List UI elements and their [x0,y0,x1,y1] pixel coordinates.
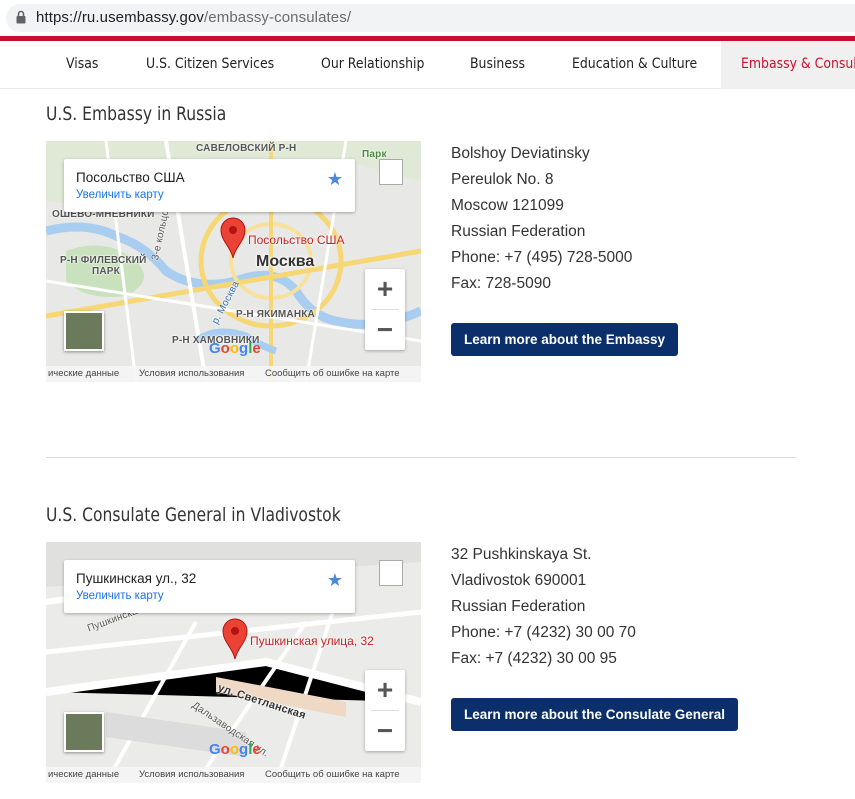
learn-more-consulate-button[interactable]: Learn more about the Consulate General [451,698,739,731]
lock-icon [16,10,26,24]
zoom-out-icon[interactable]: − [365,711,405,751]
zoom-in-icon[interactable]: + [365,670,405,710]
nav-item-visas[interactable]: Visas [66,41,98,89]
star-icon[interactable]: ★ [327,570,343,591]
address-line: Vladivostok 690001 [451,572,587,589]
nav-item-citizen-services[interactable]: U.S. Citizen Services [146,41,274,89]
map-pin-icon[interactable] [222,618,248,660]
zoom-in-icon[interactable]: + [365,269,405,309]
learn-more-embassy-button[interactable]: Learn more about the Embassy [451,323,679,356]
map-data-credit: ические данные [48,368,120,379]
browser-address-bar[interactable]: https://ru.usembassy.gov/embassy-consula… [0,0,855,36]
fax-line: Fax: +7 (4232) 30 00 95 [451,650,617,667]
zoom-control: + − [365,670,405,751]
address-line: Bolshoy Deviatinsky [451,145,590,162]
section-title-embassy: U.S. Embassy in Russia [46,103,227,125]
phone-line: Phone: +7 (4232) 30 00 70 [451,624,636,641]
zoom-control: + − [365,269,405,350]
fullscreen-icon[interactable] [379,159,403,185]
nav-item-business[interactable]: Business [470,41,525,89]
satellite-toggle-thumbnail[interactable] [64,712,104,752]
vladivostok-map[interactable]: Пушкинская ул. ул. Светланская Дальзавод… [46,542,421,783]
fax-line: Fax: 728-5090 [451,275,551,292]
section-title-vladivostok: U.S. Consulate General in Vladivostok [46,504,341,526]
url-host: https://ru.usembassy.gov [36,9,205,26]
nav-item-embassy-consulates[interactable]: Embassy & Consulates [721,41,855,89]
map-report-error-link[interactable]: Сообщить об ошибке на карте [265,368,400,379]
map-report-error-link[interactable]: Сообщить об ошибке на карте [265,769,400,780]
url-text[interactable]: https://ru.usembassy.gov/embassy-consula… [36,9,351,26]
fullscreen-icon[interactable] [379,560,403,586]
phone-line: Phone: +7 (495) 728-5000 [451,249,633,266]
map-city-label: Москва [256,253,315,270]
map-terms-link[interactable]: Условия использования [139,368,244,379]
address-line: Russian Federation [451,598,586,615]
map-pin-label: Посольство США [248,233,345,247]
google-logo: Google [209,741,261,758]
map-label: Р-Н ФИЛЕВСКИЙ [60,255,147,266]
star-icon[interactable]: ★ [327,169,343,190]
map-info-card: Пушкинская ул., 32 Увеличить карту ★ [64,560,355,613]
enlarge-map-link[interactable]: Увеличить карту [76,189,164,201]
satellite-toggle-thumbnail[interactable] [64,311,104,351]
main-nav: Visas U.S. Citizen Services Our Relation… [0,41,855,89]
nav-item-education-culture[interactable]: Education & Culture [572,41,697,89]
embassy-map[interactable]: САВЕЛОВСКИЙ Р-Н Парк ОШЕВО-МНЕВНИКИ Р-Н … [46,141,421,382]
map-place-name: Пушкинская ул., 32 [76,571,197,586]
address-line: Moscow 121099 [451,197,564,214]
address-line: 32 Pushkinskaya St. [451,546,592,563]
url-path: /embassy-consulates/ [204,9,352,26]
zoom-out-icon[interactable]: − [365,310,405,350]
section-divider [46,457,796,458]
map-footer: ические данные Условия использования Соо… [46,366,421,382]
map-pin-icon[interactable] [220,217,246,259]
enlarge-map-link[interactable]: Увеличить карту [76,590,164,602]
google-logo: Google [209,340,261,357]
map-place-name: Посольство США [76,170,185,185]
map-pin-label: Пушкинская улица, 32 [250,634,374,648]
map-label: САВЕЛОВСКИЙ Р-Н [196,143,297,154]
map-footer: ические данные Условия использования Соо… [46,767,421,783]
map-info-card: Посольство США Увеличить карту ★ [64,159,355,212]
map-label: Р-Н ЯКИМАНКА [236,309,315,320]
map-label: ПАРК [92,266,120,277]
address-line: Russian Federation [451,223,586,240]
address-line: Pereulok No. 8 [451,171,554,188]
nav-item-our-relationship[interactable]: Our Relationship [321,41,424,89]
map-terms-link[interactable]: Условия использования [139,769,244,780]
nav-item-embassy-consulates-label: Embassy & Consulates [741,56,855,72]
map-data-credit: ические данные [48,769,120,780]
